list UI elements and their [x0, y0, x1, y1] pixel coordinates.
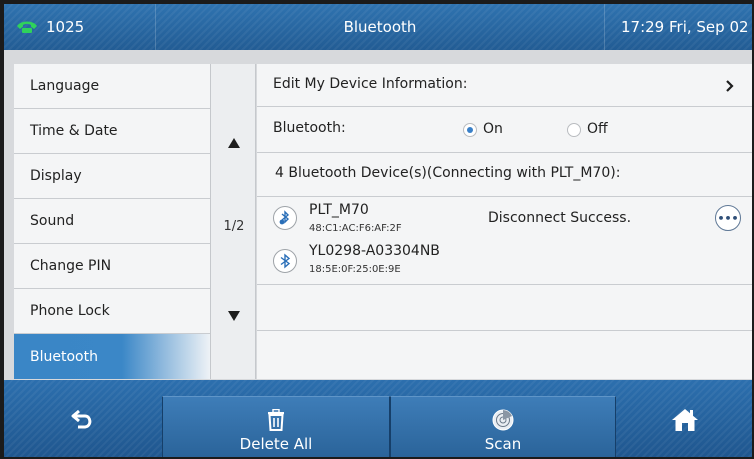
bluetooth-icon [273, 249, 297, 273]
back-arrow-icon [71, 409, 92, 428]
bluetooth-on-label: On [483, 121, 503, 137]
delete-all-label: Delete All [239, 435, 313, 453]
triangle-down-icon[interactable] [228, 311, 240, 321]
bluetooth-off-radio[interactable] [567, 123, 581, 137]
sidebar-item-label: Display [30, 168, 82, 184]
sidebar-item-change-pin[interactable]: Change PIN [14, 244, 210, 289]
device-mac: 18:5E:0F:25:0E:9E [309, 264, 401, 275]
settings-sidebar: Language Time & Date Display Sound Chang… [14, 64, 210, 379]
device-row-yl0298[interactable]: YL0298-A03304NB 18:5E:0F:25:0E:9E [257, 241, 752, 285]
home-button[interactable] [616, 380, 752, 457]
back-button[interactable] [4, 380, 162, 457]
bluetooth-headset-icon [273, 206, 297, 230]
edit-device-info-label: Edit My Device Information: [273, 76, 468, 92]
sidebar-item-language[interactable]: Language [14, 64, 210, 109]
devices-header: 4 Bluetooth Device(s)(Connecting with PL… [275, 165, 621, 181]
scan-label: Scan [484, 435, 522, 453]
status-bar: 1025 Bluetooth 17:29 Fri, Sep 02 [4, 4, 752, 50]
soft-key-bar: Delete All Scan [4, 380, 752, 457]
phone-screen: 1025 Bluetooth 17:29 Fri, Sep 02 Languag… [0, 0, 754, 459]
sidebar-item-sound[interactable]: Sound [14, 199, 210, 244]
sidebar-item-phone-lock[interactable]: Phone Lock [14, 289, 210, 334]
bluetooth-off-label: Off [587, 121, 608, 137]
account-indicator: 1025 [4, 4, 156, 50]
radar-icon [492, 409, 514, 431]
bluetooth-toggle-row: Bluetooth: On Off [257, 107, 752, 153]
page-indicator: 1/2 [223, 219, 245, 234]
sidebar-item-label: Phone Lock [30, 303, 110, 319]
triangle-up-icon[interactable] [228, 138, 240, 148]
edit-device-info-row[interactable]: Edit My Device Information: [257, 64, 752, 107]
trash-icon [268, 409, 284, 431]
more-options-icon[interactable]: ••• [715, 205, 741, 231]
bluetooth-label: Bluetooth: [273, 120, 346, 136]
sidebar-item-label: Change PIN [30, 258, 112, 274]
bluetooth-settings-panel: Edit My Device Information: Bluetooth: O… [257, 64, 752, 379]
sidebar-item-label: Language [30, 78, 100, 94]
device-mac: 48:C1:AC:F6:AF:2F [309, 223, 402, 234]
sidebar-item-bluetooth[interactable]: Bluetooth [14, 334, 210, 379]
home-icon [672, 408, 698, 431]
sidebar-item-label: Bluetooth [30, 348, 98, 365]
device-name: PLT_M70 [309, 202, 369, 218]
sidebar-item-label: Time & Date [30, 123, 118, 139]
chevron-right-icon [726, 80, 734, 92]
phone-handset-icon [17, 21, 37, 33]
content-area: Language Time & Date Display Sound Chang… [4, 50, 752, 380]
sidebar-item-display[interactable]: Display [14, 154, 210, 199]
sidebar-item-label: Sound [30, 213, 75, 229]
account-number: 1025 [46, 18, 85, 36]
sidebar-item-time-date[interactable]: Time & Date [14, 109, 210, 154]
page-scroller: 1/2 [210, 64, 256, 379]
empty-row [257, 285, 752, 331]
delete-all-button[interactable]: Delete All [162, 396, 390, 457]
bluetooth-on-radio[interactable] [463, 123, 477, 137]
device-row-plt-m70[interactable]: PLT_M70 48:C1:AC:F6:AF:2F Disconnect Suc… [257, 197, 752, 241]
device-name: YL0298-A03304NB [309, 243, 440, 259]
devices-header-row: 4 Bluetooth Device(s)(Connecting with PL… [257, 153, 752, 197]
device-status: Disconnect Success. [488, 210, 632, 226]
screen-title: Bluetooth [343, 18, 417, 36]
scan-button[interactable]: Scan [390, 396, 616, 457]
clock: 17:29 Fri, Sep 02 [604, 4, 752, 50]
